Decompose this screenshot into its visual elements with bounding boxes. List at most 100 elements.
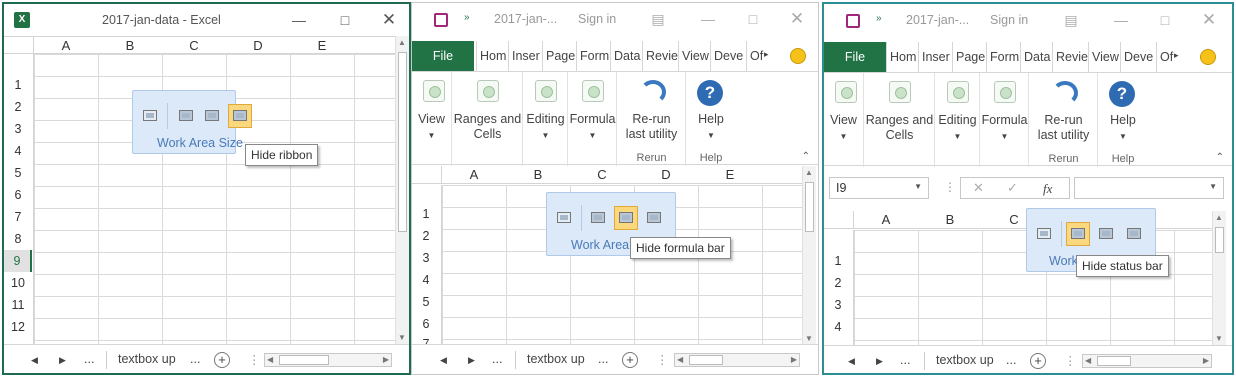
close-button[interactable]: ✕ <box>786 9 808 29</box>
ranges-icon[interactable] <box>477 80 499 102</box>
insert-function-icon[interactable]: fx <box>1043 181 1052 197</box>
row-header[interactable]: 7 <box>4 210 32 224</box>
horizontal-scrollbar[interactable]: ◀ ▶ <box>264 353 392 367</box>
minimize-button[interactable]: — <box>1110 10 1132 30</box>
scroll-left-icon[interactable]: ◀ <box>1085 356 1091 365</box>
more-sheets[interactable]: ... <box>492 352 502 366</box>
row-header[interactable]: 2 <box>412 229 440 243</box>
prev-sheet-icon[interactable]: ◀ <box>440 355 447 366</box>
close-button[interactable]: ✕ <box>378 10 400 30</box>
tab-home[interactable]: Hom <box>476 41 508 71</box>
quick-access-more-icon[interactable]: » <box>876 13 882 24</box>
formula-input[interactable]: ▼ <box>1074 177 1224 199</box>
help-icon[interactable]: ? <box>697 80 723 106</box>
tabs-more-icon[interactable]: ▸ <box>764 49 769 60</box>
ranges-button[interactable]: Ranges and <box>865 113 934 128</box>
splitter-icon[interactable]: ⋮ <box>1064 353 1077 368</box>
full-screen-icon[interactable] <box>553 207 575 229</box>
tab-home[interactable]: Hom <box>886 42 918 72</box>
column-header[interactable]: C <box>570 166 634 184</box>
help-button[interactable]: Help <box>687 112 735 127</box>
row-header[interactable]: 1 <box>412 207 440 221</box>
expand-formula-bar-icon[interactable]: ▼ <box>1209 182 1217 191</box>
formula-button[interactable]: Formula <box>981 113 1028 128</box>
row-header-selected[interactable]: 9 <box>4 250 32 272</box>
scroll-thumb[interactable] <box>398 52 407 232</box>
editing-button[interactable]: Editing <box>936 113 979 128</box>
row-header[interactable]: 6 <box>412 317 440 331</box>
row-header[interactable]: 8 <box>4 232 32 246</box>
tab-review[interactable]: Revie <box>642 41 678 71</box>
tabs-more-icon[interactable]: ▸ <box>1174 50 1179 61</box>
help-button[interactable]: Help <box>1099 113 1147 128</box>
save-icon[interactable] <box>846 14 860 28</box>
minimize-button[interactable]: — <box>288 10 310 30</box>
maximize-button[interactable]: □ <box>1154 10 1176 30</box>
collapse-ribbon-icon[interactable]: ⌃ <box>802 151 810 162</box>
row-header[interactable]: 3 <box>824 298 852 312</box>
column-header[interactable]: A <box>854 211 918 229</box>
column-header[interactable]: D <box>226 37 290 55</box>
sheet-tab[interactable]: textbox up <box>118 352 176 366</box>
row-header[interactable]: 1 <box>824 254 852 268</box>
row-header[interactable]: 4 <box>4 144 32 158</box>
scroll-thumb[interactable] <box>279 355 329 365</box>
tab-file[interactable]: File <box>412 41 474 71</box>
prev-sheet-icon[interactable]: ◀ <box>31 355 38 366</box>
column-header[interactable]: E <box>698 166 762 184</box>
horizontal-scrollbar[interactable]: ◀ ▶ <box>674 353 800 367</box>
hide-ribbon-icon[interactable] <box>1066 222 1090 246</box>
close-button[interactable]: ✕ <box>1198 10 1220 30</box>
row-header[interactable]: 4 <box>412 273 440 287</box>
editing-button[interactable]: Editing <box>524 112 567 127</box>
row-header[interactable]: 5 <box>4 166 32 180</box>
next-sheet-icon[interactable]: ▶ <box>876 356 883 367</box>
scroll-down-icon[interactable]: ▼ <box>805 334 813 343</box>
column-header[interactable]: C <box>162 37 226 55</box>
scroll-right-icon[interactable]: ▶ <box>383 355 389 364</box>
tab-file[interactable]: File <box>824 42 886 72</box>
cancel-icon[interactable]: ✕ <box>973 180 984 196</box>
formula-button[interactable]: Formula <box>569 112 616 127</box>
row-header[interactable]: 10 <box>4 276 32 290</box>
ranges-icon[interactable] <box>889 81 911 103</box>
chevron-down-icon[interactable]: ▼ <box>914 182 922 191</box>
view-icon[interactable] <box>835 81 857 103</box>
scroll-thumb[interactable] <box>805 182 814 232</box>
rerun-icon[interactable] <box>640 80 666 104</box>
row-header[interactable]: 1 <box>4 78 32 92</box>
column-header[interactable]: B <box>98 37 162 55</box>
rerun-button[interactable]: Re-run <box>1030 113 1097 128</box>
hide-status-bar-icon[interactable] <box>1123 223 1145 245</box>
row-header[interactable]: 3 <box>412 251 440 265</box>
row-header[interactable]: 3 <box>4 122 32 136</box>
tab-insert[interactable]: Inser <box>508 41 542 71</box>
hide-formula-bar-icon[interactable] <box>1095 223 1117 245</box>
tab-review[interactable]: Revie <box>1052 42 1088 72</box>
tab-formulas[interactable]: Form <box>986 42 1020 72</box>
scroll-up-icon[interactable]: ▲ <box>805 168 813 177</box>
row-header[interactable]: 4 <box>824 320 852 334</box>
rerun-button-line2[interactable]: last utility <box>1030 128 1097 143</box>
vertical-scrollbar[interactable]: ▲ ▼ <box>1212 211 1226 345</box>
more-sheets[interactable]: ... <box>900 353 910 367</box>
ranges-button-line2[interactable]: Cells <box>865 128 934 143</box>
tab-developer[interactable]: Deve <box>710 41 746 71</box>
splitter-icon[interactable]: ⋮ <box>944 180 956 194</box>
ribbon-display-options-icon[interactable]: ▤ <box>647 9 669 29</box>
collapse-ribbon-icon[interactable]: ⌃ <box>1216 152 1224 163</box>
add-sheet-icon[interactable]: + <box>1030 353 1046 369</box>
row-header[interactable]: 11 <box>4 298 32 312</box>
scroll-thumb[interactable] <box>1215 227 1224 253</box>
row-header[interactable]: 6 <box>4 188 32 202</box>
select-all-corner[interactable] <box>412 166 442 183</box>
scroll-thumb[interactable] <box>1097 356 1131 366</box>
scroll-right-icon[interactable]: ▶ <box>1203 356 1209 365</box>
minimize-button[interactable]: — <box>697 9 719 29</box>
column-header[interactable]: A <box>34 37 98 55</box>
next-sheet-icon[interactable]: ▶ <box>59 355 66 366</box>
scroll-down-icon[interactable]: ▼ <box>1215 334 1223 343</box>
ranges-button-line2[interactable]: Cells <box>453 127 522 142</box>
save-icon[interactable] <box>434 13 448 27</box>
editing-icon[interactable] <box>535 80 557 102</box>
